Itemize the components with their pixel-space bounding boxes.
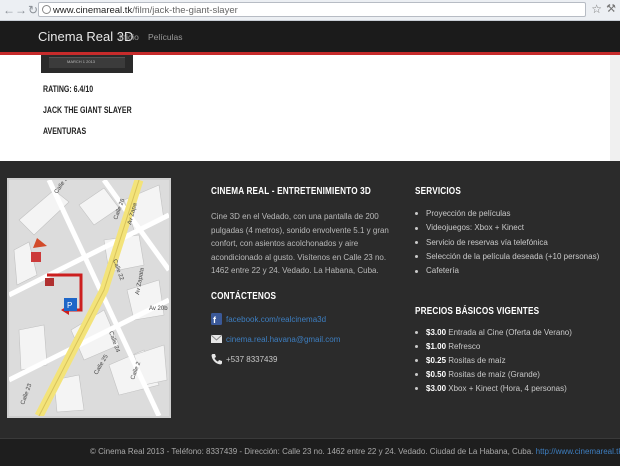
film-title: JACK THE GIANT SLAYER bbox=[43, 105, 132, 115]
price-value: $3.00 bbox=[426, 328, 447, 337]
facebook-icon: f bbox=[211, 313, 222, 325]
svg-text:P: P bbox=[67, 301, 72, 310]
price-value: $0.25 bbox=[426, 356, 447, 365]
contact-heading: CONTÁCTENOS bbox=[211, 291, 277, 302]
url-host: www.cinemareal.tk bbox=[53, 5, 133, 16]
price-desc: Entrada al Cine (Oferta de Verano) bbox=[448, 328, 572, 337]
about-heading: CINEMA REAL - ENTRETENIMIENTO 3D bbox=[211, 186, 372, 197]
nav-link-peliculas[interactable]: Películas bbox=[148, 32, 183, 42]
phone-icon bbox=[211, 354, 222, 365]
list-item: Proyección de películas bbox=[415, 207, 599, 221]
bullet-icon bbox=[415, 359, 418, 363]
price-value: $1.00 bbox=[426, 342, 447, 351]
film-rating: RATING: 6.4/10 bbox=[43, 84, 94, 94]
services-list: Proyección de películas Videojuegos: Xbo… bbox=[415, 207, 599, 278]
list-item: $1.00 Refresco bbox=[415, 340, 572, 354]
service-label: Cafetería bbox=[426, 266, 459, 276]
location-map[interactable]: P Calle 21 Calle 23 Calle 22 Calle 24 Ca… bbox=[7, 178, 171, 418]
services-heading: SERVICIOS bbox=[415, 186, 461, 197]
service-label: Servicio de reservas vía telefónica bbox=[426, 237, 548, 247]
facebook-url[interactable]: facebook.com/realcinema3d bbox=[226, 315, 326, 324]
service-label: Videojuegos: Xbox + Kinect bbox=[426, 223, 524, 233]
price-desc: Rositas de maíz (Grande) bbox=[448, 370, 540, 379]
service-label: Proyección de películas bbox=[426, 209, 511, 218]
price-desc: Rositas de maíz bbox=[448, 356, 506, 365]
prices-heading: PRECIOS BÁSICOS VIGENTES bbox=[415, 306, 540, 317]
poster-date-text: MARCH 1 2013 bbox=[67, 59, 96, 64]
bullet-icon bbox=[415, 212, 418, 216]
list-item: $3.00 Xbox + Kinect (Hora, 4 personas) bbox=[415, 382, 572, 396]
price-value: $0.50 bbox=[426, 370, 447, 379]
map-graphic: P Calle 21 Calle 23 Calle 22 Calle 24 Ca… bbox=[9, 180, 169, 416]
bookmark-star-icon[interactable]: ☆ bbox=[591, 2, 602, 16]
bullet-icon bbox=[415, 345, 418, 349]
list-item: $0.25 Rositas de maíz bbox=[415, 354, 572, 368]
page-globe-icon bbox=[42, 5, 51, 14]
address-bar[interactable]: www.cinemareal.tk/film/jack-the-giant-sl… bbox=[38, 2, 586, 17]
site-navbar: Cinema Real 3D Inicio Películas bbox=[0, 21, 620, 55]
film-genre: AVENTURAS bbox=[43, 126, 87, 136]
bullet-icon bbox=[415, 331, 418, 335]
list-item: $0.50 Rositas de maíz (Grande) bbox=[415, 368, 572, 382]
prices-list: $3.00 Entrada al Cine (Oferta de Verano)… bbox=[415, 326, 572, 396]
film-poster-image[interactable]: MARCH 1 2013 bbox=[41, 55, 133, 73]
svg-text:Av 20b: Av 20b bbox=[149, 306, 168, 312]
settings-wrench-icon[interactable]: ⚒ bbox=[606, 2, 616, 15]
nav-link-inicio[interactable]: Inicio bbox=[119, 32, 139, 42]
copyright-text: © Cinema Real 2013 - Teléfono: 8337439 -… bbox=[90, 447, 534, 456]
list-item: Selección de la película deseada (+10 pe… bbox=[415, 250, 599, 264]
list-item: Videojuegos: Xbox + Kinect bbox=[415, 221, 599, 235]
site-link[interactable]: http://www.cinemareal.tk bbox=[536, 447, 620, 456]
bullet-icon bbox=[415, 240, 418, 244]
bullet-icon bbox=[415, 387, 418, 391]
price-desc: Refresco bbox=[448, 342, 481, 351]
copyright-bar: © Cinema Real 2013 - Teléfono: 8337439 -… bbox=[0, 438, 620, 466]
service-label: Selección de la película deseada (+10 pe… bbox=[426, 251, 600, 261]
envelope-icon bbox=[211, 334, 222, 343]
bullet-icon bbox=[415, 226, 418, 230]
price-value: $3.00 bbox=[426, 384, 447, 393]
bullet-icon bbox=[415, 373, 418, 377]
url-path: /film/jack-the-giant-slayer bbox=[132, 5, 238, 16]
list-item: Servicio de reservas vía telefónica bbox=[415, 236, 599, 250]
email-address[interactable]: cinema.real.havana@gmail.com bbox=[226, 335, 340, 344]
about-text: Cine 3D en el Vedado, con una pantalla d… bbox=[211, 212, 389, 275]
price-desc: Xbox + Kinect (Hora, 4 personas) bbox=[448, 384, 567, 393]
phone-number: +537 8337439 bbox=[226, 355, 278, 364]
list-item: $3.00 Entrada al Cine (Oferta de Verano) bbox=[415, 326, 572, 340]
bullet-icon bbox=[415, 269, 418, 273]
bullet-icon bbox=[415, 255, 418, 259]
list-item: Cafetería bbox=[415, 264, 599, 278]
browser-toolbar: ← → ↻ www.cinemareal.tk/film/jack-the-gi… bbox=[0, 0, 620, 21]
copyright-line: © Cinema Real 2013 - Teléfono: 8337439 -… bbox=[90, 447, 620, 456]
